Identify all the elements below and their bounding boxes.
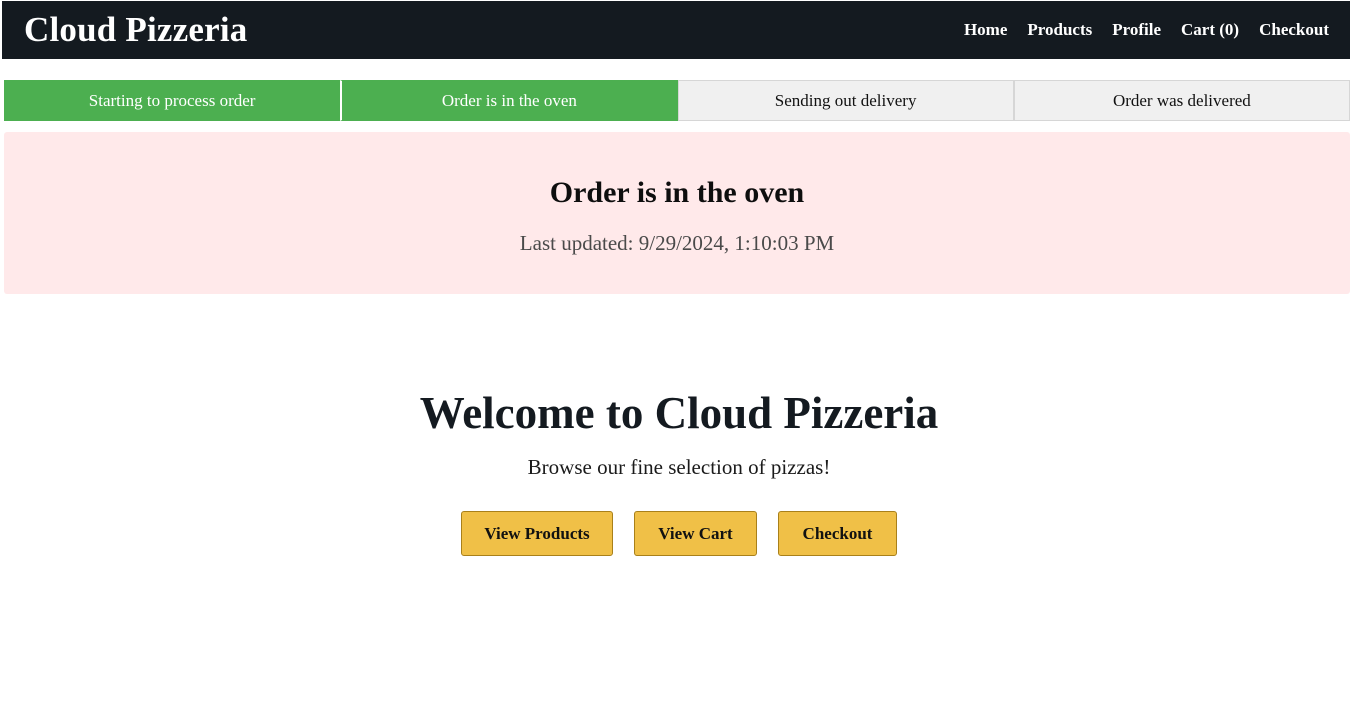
brand-logo[interactable]: Cloud Pizzeria <box>24 10 247 50</box>
view-cart-button[interactable]: View Cart <box>634 511 757 556</box>
order-status-title: Order is in the oven <box>549 176 805 209</box>
order-progress-bar: Starting to process order Order is in th… <box>4 80 1350 121</box>
nav-link-checkout[interactable]: Checkout <box>1259 20 1329 40</box>
navbar: Cloud Pizzeria Home Products Profile Car… <box>2 1 1350 59</box>
progress-step-processing: Starting to process order <box>4 80 341 121</box>
nav-link-products[interactable]: Products <box>1027 20 1092 40</box>
progress-step-in-oven: Order is in the oven <box>340 80 678 121</box>
hero-title: Welcome to Cloud Pizzeria <box>419 388 939 438</box>
nav-link-cart[interactable]: Cart (0) <box>1181 20 1239 40</box>
hero-buttons: View Products View Cart Checkout <box>0 511 1358 556</box>
hero-subtitle: Browse our fine selection of pizzas! <box>527 455 831 479</box>
nav-links: Home Products Profile Cart (0) Checkout <box>964 20 1329 40</box>
hero-section: Welcome to Cloud Pizzeria Browse our fin… <box>0 388 1358 480</box>
progress-step-delivered: Order was delivered <box>1013 80 1350 121</box>
nav-link-home[interactable]: Home <box>964 20 1007 40</box>
view-products-button[interactable]: View Products <box>461 511 613 556</box>
order-status-panel: Order is in the oven Last updated: 9/29/… <box>4 132 1350 294</box>
progress-step-delivery: Sending out delivery <box>677 80 1014 121</box>
last-updated-text: Last updated: 9/29/2024, 1:10:03 PM <box>519 231 835 255</box>
checkout-button[interactable]: Checkout <box>778 511 897 556</box>
nav-link-profile[interactable]: Profile <box>1112 20 1161 40</box>
